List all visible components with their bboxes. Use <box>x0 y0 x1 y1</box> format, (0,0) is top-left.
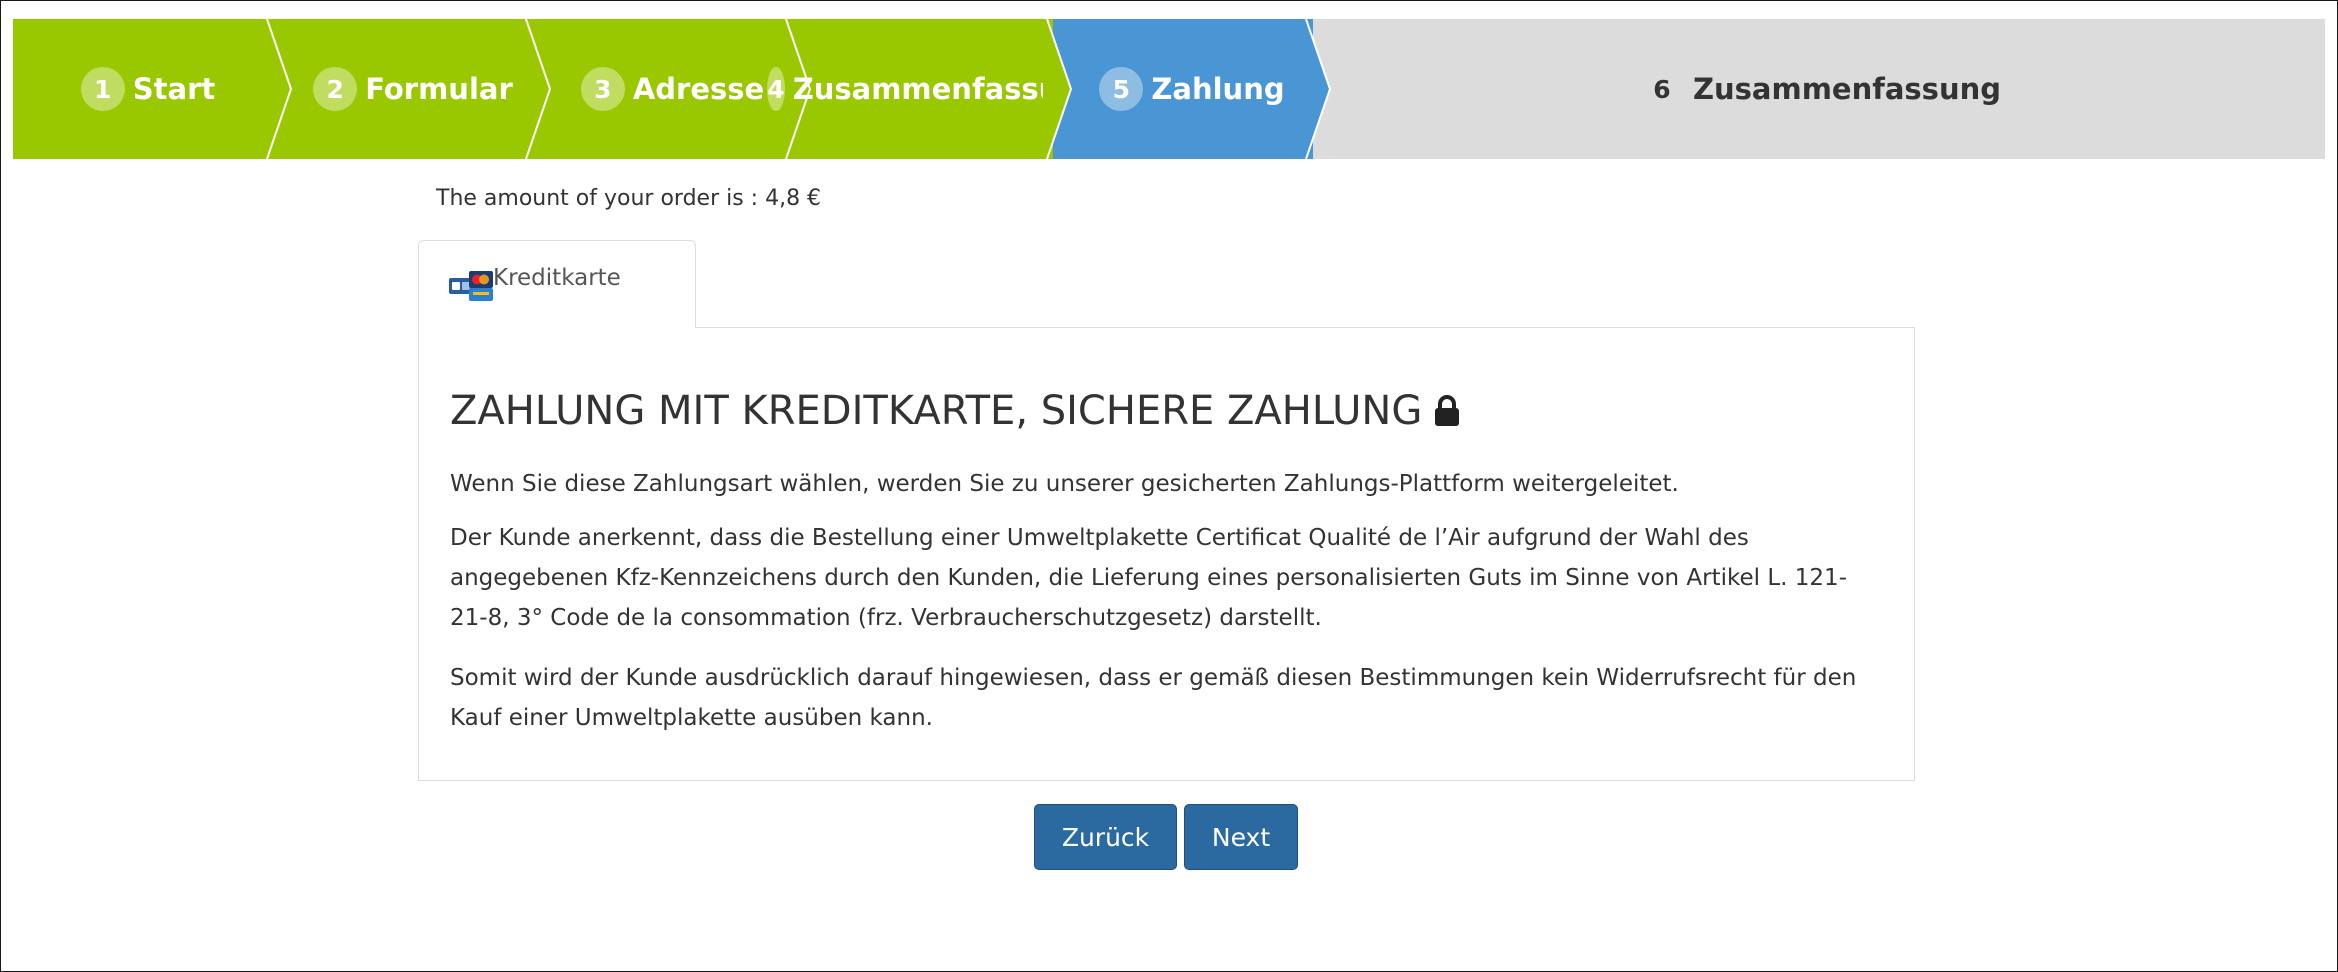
step-separator <box>1043 19 1073 159</box>
step-number: 5 <box>1099 67 1144 111</box>
personalized-goods-notice: Der Kunde anerkennt, dass die Bestellung… <box>450 525 1847 631</box>
order-amount: The amount of your order is : 4,8 € <box>436 186 822 211</box>
checkout-stepper: 1 Start 2 Formular 3 Adresse 4 Zusammenf… <box>13 19 2325 159</box>
step-label: Zusammenfassung <box>1692 72 2001 106</box>
step-zusammenfassung[interactable]: 4 Zusammenfassung <box>767 19 1101 159</box>
tab-label: Kreditkarte <box>493 265 621 291</box>
credit-card-icon <box>449 271 493 301</box>
step-separator <box>266 19 293 159</box>
next-button[interactable]: Next <box>1184 804 1298 870</box>
tab-kreditkarte[interactable]: Kreditkarte <box>418 240 696 328</box>
step-number: 3 <box>580 67 625 111</box>
step-label: Zahlung <box>1151 72 1285 106</box>
step-zusammenfassung-final[interactable]: 6 Zusammenfassung <box>1313 19 2325 159</box>
payment-panel: ZAHLUNG MIT KREDITKARTE, SICHERE ZAHLUNG… <box>418 327 1915 781</box>
step-separator <box>525 19 552 159</box>
step-number: 1 <box>80 67 125 111</box>
back-button[interactable]: Zurück <box>1034 804 1177 870</box>
step-zahlung[interactable]: 5 Zahlung <box>1053 19 1331 159</box>
step-label: Formular <box>365 72 513 106</box>
step-number: 2 <box>313 67 358 111</box>
step-separator <box>785 19 812 159</box>
step-start[interactable]: 1 Start <box>13 19 283 159</box>
step-number: 6 <box>1653 74 1671 104</box>
step-number: 4 <box>767 67 785 111</box>
panel-title: ZAHLUNG MIT KREDITKARTE, SICHERE ZAHLUNG <box>450 388 1460 434</box>
step-label: Start <box>132 72 216 106</box>
step-separator <box>1302 19 1332 159</box>
lock-icon <box>1435 395 1460 426</box>
step-label: Adresse <box>632 72 765 106</box>
redirect-notice: Wenn Sie diese Zahlungsart wählen, werde… <box>450 471 1679 497</box>
step-formular[interactable]: 2 Formular <box>276 19 550 159</box>
withdrawal-notice: Somit wird der Kunde ausdrücklich darauf… <box>450 665 1857 731</box>
panel-title-text: ZAHLUNG MIT KREDITKARTE, SICHERE ZAHLUNG <box>450 388 1423 434</box>
